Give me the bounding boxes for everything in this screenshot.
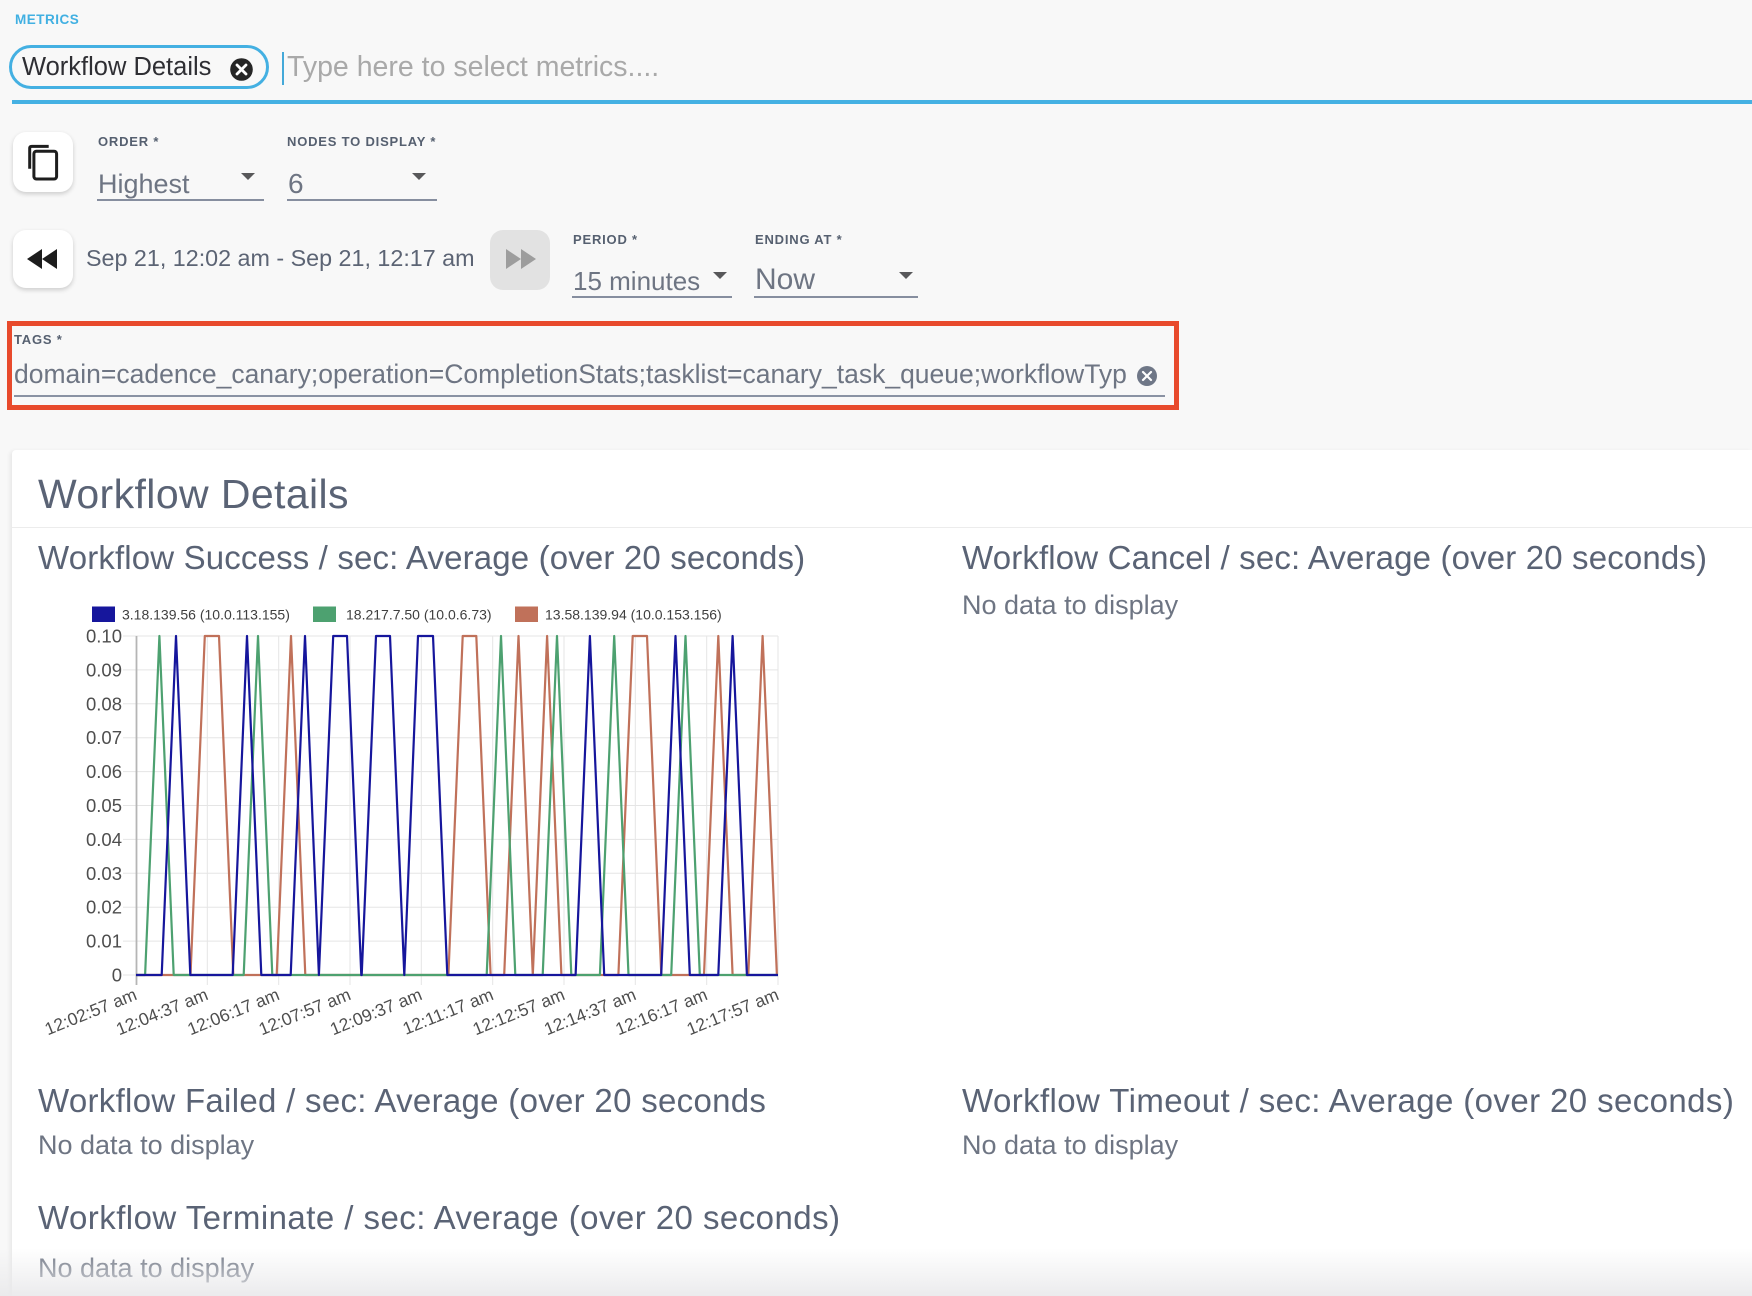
svg-text:13.58.139.94 (10.0.153.156): 13.58.139.94 (10.0.153.156) — [545, 607, 722, 623]
svg-text:0.10: 0.10 — [86, 626, 122, 647]
svg-text:0.01: 0.01 — [86, 931, 122, 952]
svg-text:0.03: 0.03 — [86, 863, 122, 884]
svg-text:0.09: 0.09 — [86, 659, 122, 680]
svg-text:0.07: 0.07 — [86, 727, 122, 748]
svg-text:3.18.139.56 (10.0.113.155): 3.18.139.56 (10.0.113.155) — [122, 607, 290, 623]
svg-text:0.04: 0.04 — [86, 829, 122, 850]
svg-text:0: 0 — [112, 965, 122, 986]
svg-text:0.06: 0.06 — [86, 761, 122, 782]
svg-text:0.05: 0.05 — [86, 795, 122, 816]
svg-text:0.02: 0.02 — [86, 897, 122, 918]
svg-text:0.08: 0.08 — [86, 693, 122, 714]
svg-text:18.217.7.50 (10.0.6.73): 18.217.7.50 (10.0.6.73) — [346, 607, 492, 623]
